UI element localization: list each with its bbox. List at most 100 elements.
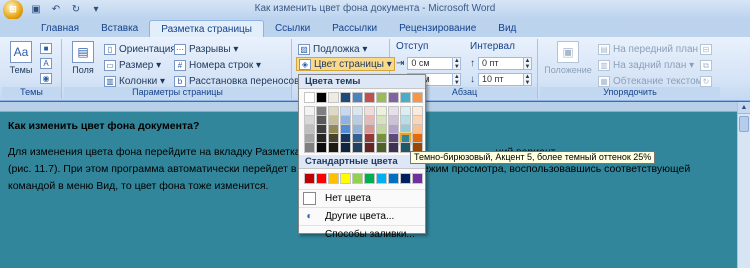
bring-front-button[interactable]: ▤На передний план ▾	[598, 42, 706, 56]
scroll-up-icon[interactable]: ▲	[738, 102, 750, 114]
color-swatch[interactable]	[304, 142, 315, 153]
spacing-before-field[interactable]: ↑ 0 пт ▲ ▼	[470, 56, 532, 70]
themes-button-label: Темы	[9, 65, 33, 75]
spacing-after-field[interactable]: ↓ 10 пт ▲ ▼	[470, 72, 532, 86]
breaks-button[interactable]: ⋯ Разрывы ▾	[174, 42, 238, 56]
orientation-icon: ▯	[104, 43, 116, 55]
position-button[interactable]: ▣ Положение	[542, 41, 594, 75]
undo-icon[interactable]: ↶	[49, 3, 63, 17]
theme-fonts-button[interactable]: A	[40, 56, 55, 70]
palette-icon: ◐	[306, 211, 313, 222]
tab-mailings[interactable]: Рассылки	[321, 20, 388, 37]
standard-color-swatch[interactable]	[352, 173, 363, 184]
group-button[interactable]: ⧉	[700, 58, 715, 72]
size-button[interactable]: ▭ Размер ▾	[104, 58, 161, 72]
tab-review[interactable]: Рецензирование	[388, 20, 487, 37]
standard-color-swatch[interactable]	[316, 173, 327, 184]
standard-color-swatch[interactable]	[364, 173, 375, 184]
color-swatch[interactable]	[340, 142, 351, 153]
columns-label: Колонки	[119, 75, 158, 87]
theme-colors-button[interactable]: ■	[40, 41, 55, 55]
tab-page-layout[interactable]: Разметка страницы	[149, 20, 264, 37]
page-color-dropdown: Цвета темы Стандартные цвета Нет цвета ◐…	[298, 74, 426, 240]
color-swatch[interactable]	[412, 92, 423, 103]
bring-front-icon: ▤	[598, 43, 610, 55]
hyphenation-icon: b	[174, 75, 186, 87]
indent-left-spinner[interactable]: ▲ ▼	[453, 56, 462, 70]
themes-group-label: Темы	[2, 87, 61, 98]
themes-group: Aa Темы ■ A ◉ Темы	[2, 39, 62, 99]
color-swatch[interactable]	[388, 92, 399, 103]
spacing-after-spinner[interactable]: ▲ ▼	[524, 72, 532, 86]
tab-references[interactable]: Ссылки	[264, 20, 321, 37]
scroll-thumb[interactable]	[739, 116, 749, 132]
color-swatch[interactable]	[352, 142, 363, 153]
redo-icon[interactable]: ↻	[69, 3, 83, 17]
standard-color-swatch[interactable]	[400, 173, 411, 184]
fields-button[interactable]: ▤ Поля	[68, 41, 98, 75]
standard-color-swatch[interactable]	[304, 173, 315, 184]
office-button[interactable]: ⊞	[3, 0, 23, 20]
tab-insert[interactable]: Вставка	[90, 20, 149, 37]
watermark-button[interactable]: ▨ Подложка ▾	[298, 42, 367, 56]
send-back-button[interactable]: ▥ На задний план ▾	[598, 58, 694, 72]
columns-button[interactable]: ▥ Колонки ▾	[104, 74, 165, 88]
size-icon: ▭	[104, 59, 116, 71]
indent-right-spinner[interactable]: ▲ ▼	[453, 72, 462, 86]
page-color-label: Цвет страницы	[314, 58, 384, 70]
indent-left-field[interactable]: ⇥ 0 см ▲ ▼	[396, 56, 462, 70]
spacing-after-value[interactable]: 10 пт	[478, 72, 524, 86]
color-swatch[interactable]	[376, 142, 387, 153]
color-swatch[interactable]	[388, 142, 399, 153]
color-swatch[interactable]	[304, 92, 315, 103]
hyphenation-button[interactable]: bРасстановка переносов ▾	[174, 74, 307, 88]
standard-color-swatch[interactable]	[412, 173, 423, 184]
tab-home[interactable]: Главная	[30, 20, 90, 37]
themes-button[interactable]: Aa Темы	[6, 41, 36, 75]
line-numbers-icon: #	[174, 59, 186, 71]
align-icon: ⊟	[700, 43, 712, 55]
tab-view[interactable]: Вид	[487, 20, 527, 37]
text-wrap-button[interactable]: ▦Обтекание текстом ▾	[598, 74, 710, 88]
color-swatch[interactable]	[352, 92, 363, 103]
color-swatch[interactable]	[376, 92, 387, 103]
customize-qat-icon[interactable]: ▾	[89, 3, 103, 17]
breaks-icon: ⋯	[174, 43, 186, 55]
para3: командой в меню Вид, то цвет фона тоже и…	[8, 180, 269, 192]
color-swatch[interactable]	[316, 92, 327, 103]
color-swatch[interactable]	[340, 92, 351, 103]
spacing-before-value[interactable]: 0 пт	[478, 56, 524, 70]
color-swatch[interactable]	[364, 92, 375, 103]
save-icon[interactable]: ▣	[29, 3, 43, 17]
page-color-icon: ◈	[299, 58, 311, 70]
more-colors-item[interactable]: ◐ Другие цвета...	[299, 207, 425, 225]
color-swatch[interactable]	[328, 142, 339, 153]
color-swatch[interactable]	[364, 142, 375, 153]
fill-effects-item[interactable]: Способы заливки...	[299, 225, 425, 243]
align-button[interactable]: ⊟	[700, 42, 715, 56]
standard-color-swatch[interactable]	[328, 173, 339, 184]
theme-effects-button[interactable]: ◉	[40, 71, 55, 85]
group-icon: ⧉	[700, 59, 712, 71]
orientation-button[interactable]: ▯Ориентация ▾	[104, 42, 184, 56]
spacing-before-spinner[interactable]: ▲ ▼	[524, 56, 532, 70]
watermark-icon: ▨	[298, 43, 310, 55]
color-swatch[interactable]	[400, 92, 411, 103]
vertical-scrollbar[interactable]: ▲	[737, 102, 750, 268]
standard-color-swatch[interactable]	[388, 173, 399, 184]
send-back-icon: ▥	[598, 59, 610, 71]
no-color-item[interactable]: Нет цвета	[299, 189, 425, 207]
send-back-label: На задний план	[613, 59, 687, 71]
rotate-button[interactable]: ↻	[700, 74, 715, 88]
page-color-button[interactable]: ◈ Цвет страницы ▾	[296, 57, 395, 71]
fill-effects-label: Способы заливки...	[325, 229, 415, 240]
indent-header: Отступ	[396, 41, 429, 52]
columns-icon: ▥	[104, 75, 116, 87]
standard-color-swatch[interactable]	[376, 173, 387, 184]
color-swatch[interactable]	[316, 142, 327, 153]
standard-color-swatch[interactable]	[340, 173, 351, 184]
color-swatch[interactable]	[328, 92, 339, 103]
line-numbers-button[interactable]: # Номера строк ▾	[174, 58, 261, 72]
orientation-label: Ориентация	[119, 43, 176, 55]
indent-left-value[interactable]: 0 см	[407, 56, 454, 70]
